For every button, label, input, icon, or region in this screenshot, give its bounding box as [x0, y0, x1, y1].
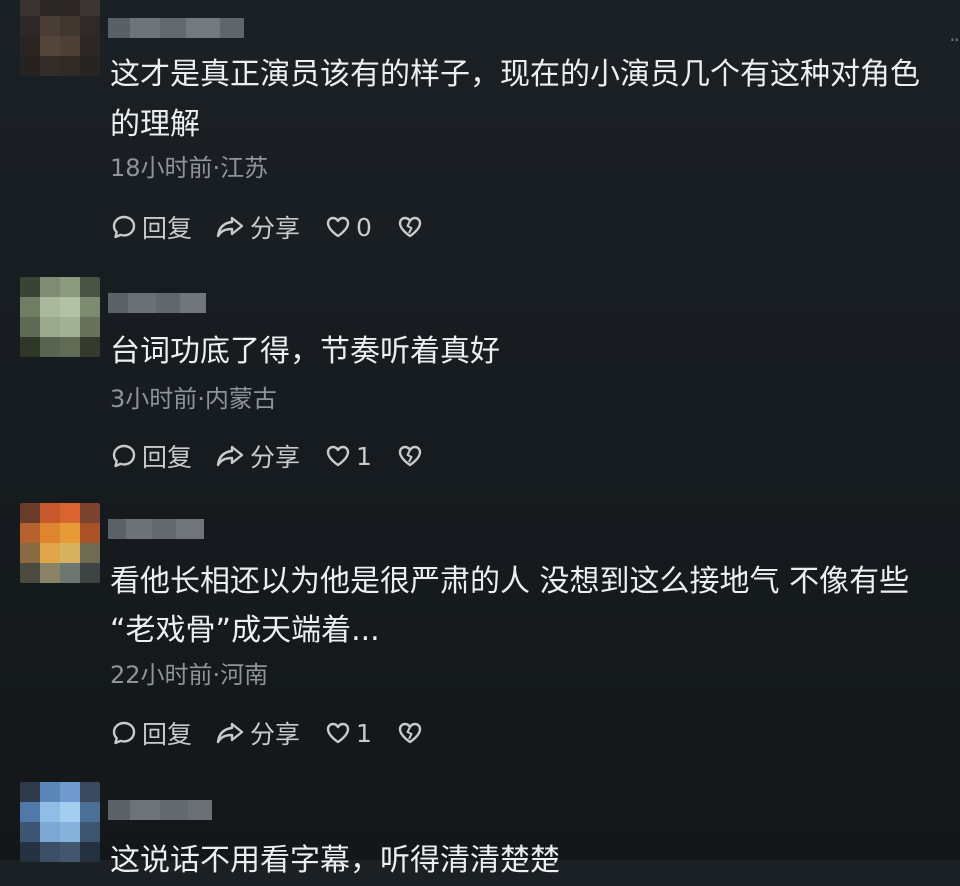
comment-meta: 18小时前·江苏	[110, 154, 269, 182]
heart-icon	[326, 216, 350, 238]
avatar[interactable]	[20, 782, 100, 862]
more-options-icon[interactable]: ··	[949, 28, 960, 52]
reply-label: 回复	[142, 443, 193, 472]
username-blurred[interactable]	[108, 293, 206, 313]
like-count: 1	[356, 718, 372, 748]
action-bar: 回复 分享 0	[110, 209, 424, 245]
like-count: 1	[356, 441, 372, 471]
comment-text-line: 的理解	[110, 107, 200, 142]
comment-text-line: 看他长相还以为他是很严肃的人 没想到这么接地气 不像有些	[110, 564, 910, 599]
comment-bubble-icon	[112, 444, 136, 468]
comment-meta: 22小时前·河南	[110, 661, 269, 689]
like-button[interactable]: 1	[324, 442, 372, 471]
reply-button[interactable]: 回复	[110, 209, 192, 245]
heart-icon	[326, 445, 350, 467]
comment-text-line: 台词功底了得，节奏听着真好	[110, 334, 500, 369]
username-blurred[interactable]	[108, 519, 204, 539]
share-arrow-icon	[216, 216, 244, 238]
comment-bubble-icon	[112, 721, 136, 745]
avatar[interactable]	[20, 277, 100, 357]
share-button[interactable]: 分享	[214, 209, 300, 245]
username-blurred[interactable]	[108, 18, 244, 38]
like-count: 0	[356, 212, 372, 242]
share-arrow-icon	[216, 445, 244, 467]
comment-meta: 3小时前·内蒙古	[110, 385, 277, 413]
username-blurred[interactable]	[108, 800, 212, 820]
share-arrow-icon	[216, 722, 244, 744]
comment-bubble-icon	[112, 215, 136, 239]
action-bar: 回复 分享 1	[110, 438, 424, 474]
dislike-button[interactable]	[396, 442, 424, 470]
share-label: 分享	[250, 214, 301, 243]
avatar[interactable]	[20, 0, 100, 76]
share-button[interactable]: 分享	[214, 438, 300, 474]
reply-button[interactable]: 回复	[110, 438, 192, 474]
action-bar: 回复 分享 1	[110, 715, 424, 751]
like-button[interactable]: 0	[324, 213, 372, 242]
broken-heart-icon	[398, 216, 422, 238]
share-label: 分享	[250, 443, 301, 472]
reply-button[interactable]: 回复	[110, 715, 192, 751]
reply-label: 回复	[142, 720, 193, 749]
share-label: 分享	[250, 720, 301, 749]
dislike-button[interactable]	[396, 719, 424, 747]
broken-heart-icon	[398, 722, 422, 744]
comment-text-line: 这说话不用看字幕，听得清清楚楚	[110, 843, 560, 878]
heart-icon	[326, 722, 350, 744]
share-button[interactable]: 分享	[214, 715, 300, 751]
reply-label: 回复	[142, 214, 193, 243]
dislike-button[interactable]	[396, 213, 424, 241]
comment-text-line: 这才是真正演员该有的样子，现在的小演员几个有这种对角色	[110, 57, 920, 92]
avatar[interactable]	[20, 503, 100, 583]
broken-heart-icon	[398, 445, 422, 467]
comment-text-line: “老戏骨”成天端着...	[110, 613, 380, 648]
like-button[interactable]: 1	[324, 719, 372, 748]
